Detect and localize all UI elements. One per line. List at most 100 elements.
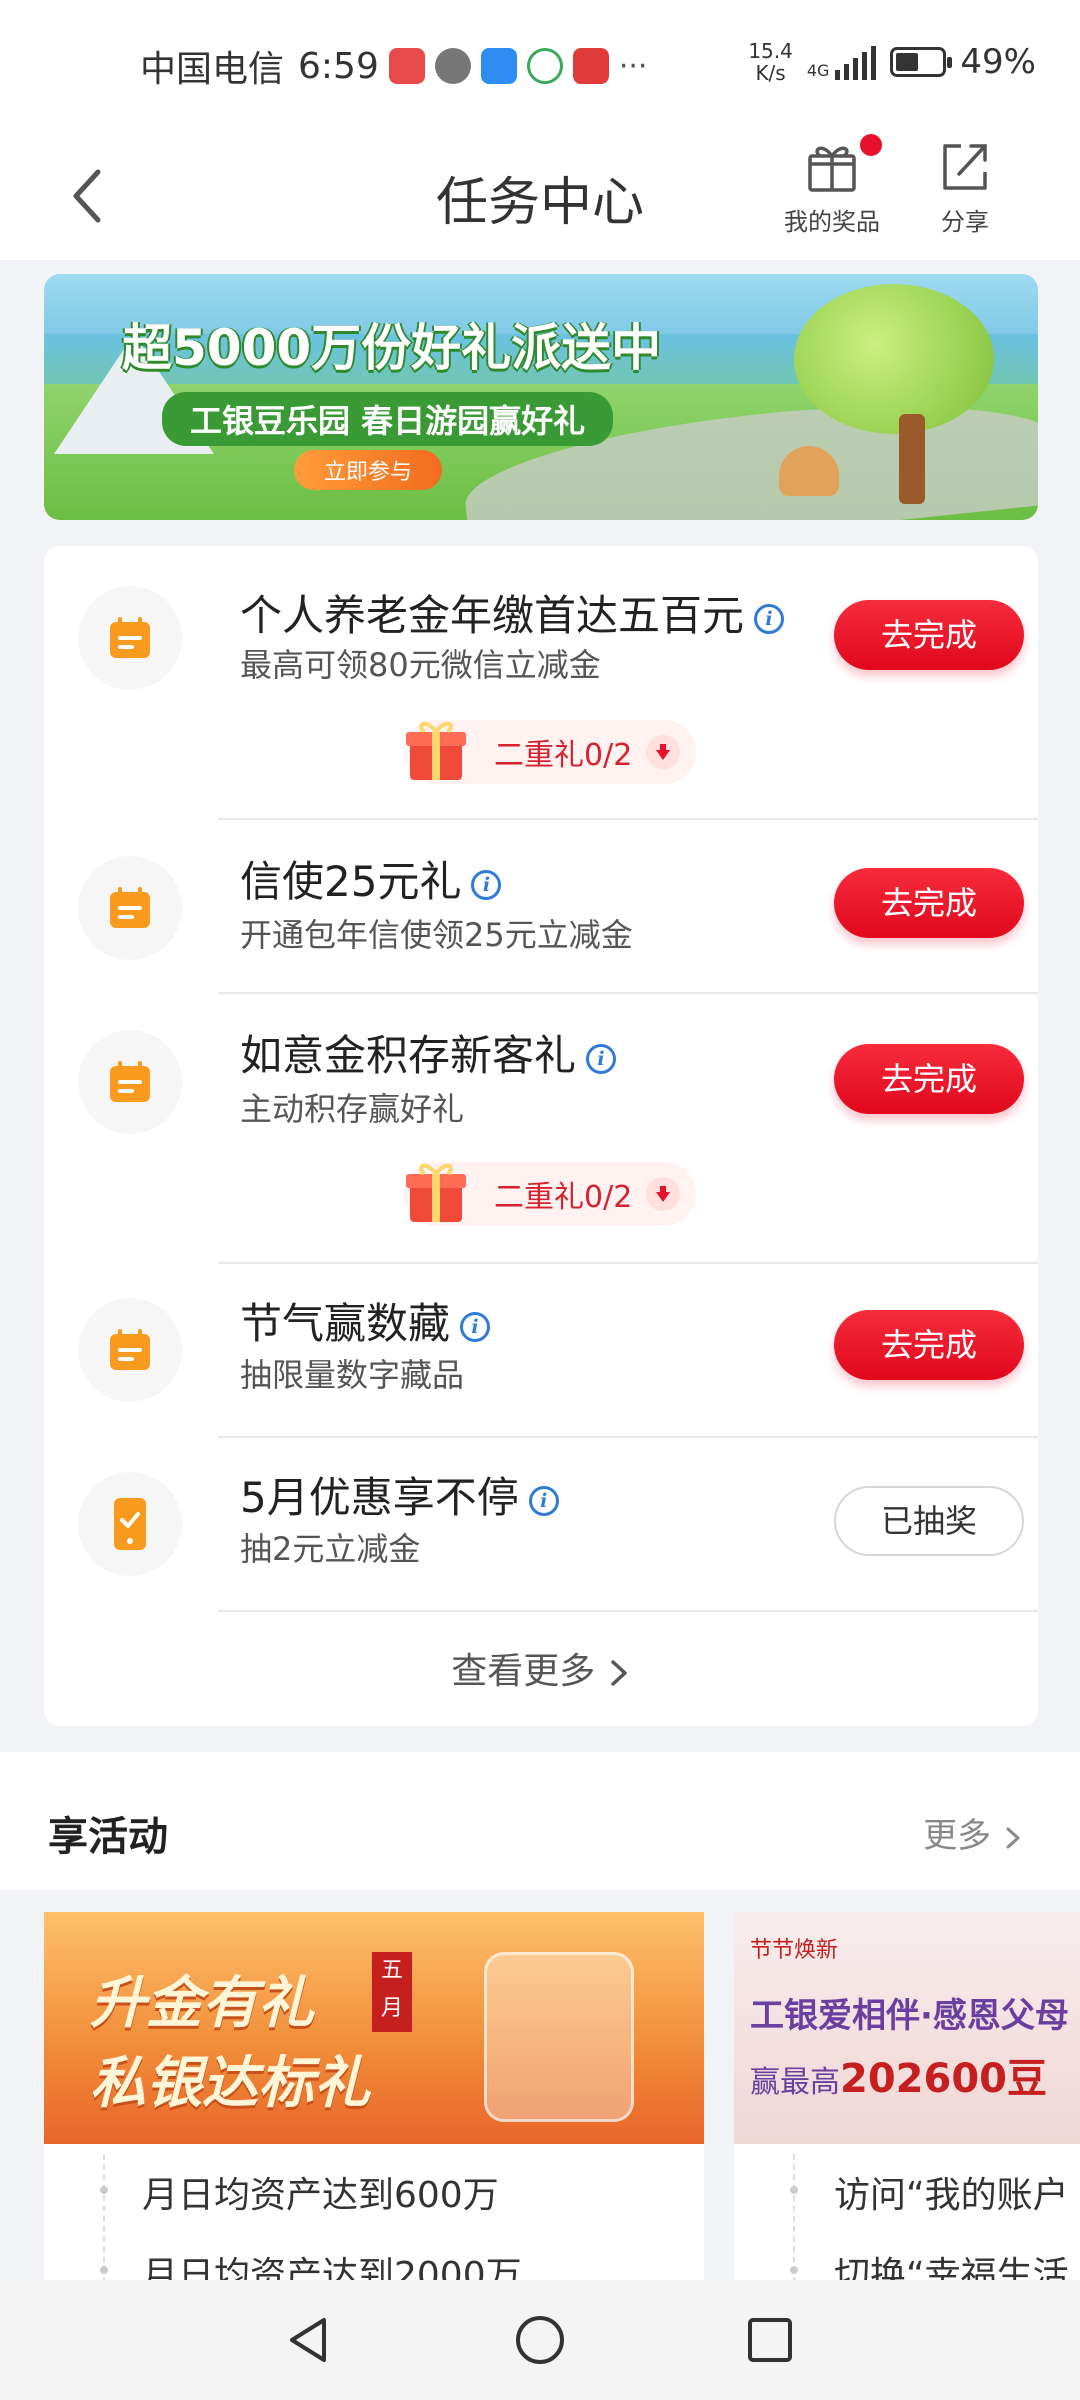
nav-back-icon[interactable] [280, 2310, 340, 2370]
bank-app-icon [526, 48, 563, 84]
promo-banner[interactable]: 超5000万份好礼派送中 工银豆乐园 春日游园赢好礼 立即参与 [44, 274, 1038, 520]
message-icon [434, 48, 471, 84]
battery-fill [896, 53, 919, 71]
see-more-link[interactable]: 查看更多 [44, 1642, 1038, 1694]
activity-image-line1: 工银爱相伴·感恩父母 [750, 1996, 1069, 2036]
banner-title: 超5000万份好礼派送中 [122, 319, 662, 377]
divider [218, 1610, 1038, 1612]
share-label: 分享 [941, 208, 989, 236]
drawn-status-button[interactable]: 已抽奖 [834, 1486, 1024, 1556]
battery-icon [890, 47, 953, 77]
section-title: 享活动 [48, 1814, 168, 1860]
divider [218, 818, 1038, 820]
task-title-text: 个人养老金年缴首达五百元 [240, 591, 745, 640]
more-label: 更多 [923, 1816, 992, 1856]
task-list: 个人养老金年缴首达五百元 i 最高可领80元微信立减金 去完成 二重礼0/2 信… [44, 546, 1038, 1726]
gift-box-icon [406, 1163, 466, 1222]
see-more-label: 查看更多 [451, 1651, 596, 1692]
task-icon-wrap [78, 856, 182, 960]
net-speed-unit: K/s [755, 61, 786, 85]
gift-progress-text: 二重礼0/2 [494, 738, 633, 773]
signal-icon: 4G [807, 44, 877, 80]
nav-recent-icon[interactable] [740, 2310, 800, 2370]
activity-card[interactable]: 升金有礼 私银达标礼 五月 月日均资产达到600万 月日均资产达到2000万 [44, 1912, 704, 2332]
carrier-name: 中国电信 [140, 49, 285, 90]
share-icon [943, 144, 987, 190]
more-notifications-icon: ··· [618, 48, 648, 84]
prize-amount: 202600豆 [840, 2056, 1047, 2102]
activity-item: 访问“我的账户 [834, 2175, 1069, 2216]
system-nav-bar [0, 2280, 1080, 2400]
activity-card[interactable]: 节节焕新 工银爱相伴·感恩父母 赢最高202600豆 访问“我的账户 切换“幸福… [734, 1912, 1080, 2332]
task-title-text: 节气赢数藏 [240, 1299, 451, 1348]
task-go-button[interactable]: 去完成 [834, 868, 1024, 938]
month-badge: 五月 [372, 1952, 412, 2032]
calendar-icon [110, 617, 150, 658]
gift-box-icon [406, 721, 466, 780]
gift-progress[interactable]: 二重礼0/2 [404, 1162, 697, 1226]
phone-check-icon [114, 1498, 146, 1550]
banner-tree-icon [794, 284, 994, 434]
banner-subtitle: 工银豆乐园 春日游园赢好礼 [162, 392, 614, 446]
task-subtitle: 开通包年信使领25元立减金 [240, 916, 633, 954]
info-icon[interactable]: i [754, 603, 785, 634]
status-left: 中国电信 6:59 ··· [140, 40, 647, 92]
task-title: 5月优惠享不停 i [240, 1464, 559, 1525]
share-button[interactable]: 分享 [905, 130, 1025, 250]
net-speed-value: 15.4 [748, 39, 793, 63]
gift-progress-text: 二重礼0/2 [494, 1180, 633, 1215]
divider [218, 992, 1038, 994]
my-prizes-button[interactable]: 我的奖品 [772, 130, 892, 250]
coin-cup-icon [484, 1952, 634, 2122]
arrow-down-icon [646, 1177, 681, 1211]
clock: 6:59 [298, 45, 379, 87]
task-title: 信使25元礼 i [240, 848, 502, 909]
task-go-button[interactable]: 去完成 [834, 600, 1024, 670]
task-title: 如意金积存新客礼 i [240, 1022, 617, 1083]
task-go-button[interactable]: 去完成 [834, 1310, 1024, 1380]
calendar-icon [110, 887, 150, 928]
network-type: 4G [806, 61, 830, 80]
bullet-icon [100, 2266, 108, 2274]
nav-home-icon[interactable] [510, 2310, 570, 2370]
calendar-icon [110, 1329, 150, 1370]
task-subtitle: 主动积存赢好礼 [240, 1090, 465, 1128]
status-bar: 中国电信 6:59 ··· 15.4 K/s 4G 49% [0, 0, 1080, 130]
activity-image-line2: 赢最高202600豆 [750, 2046, 1047, 2104]
prize-prefix: 赢最高 [750, 2065, 840, 2100]
weather-app-icon [480, 48, 517, 84]
battery-percent: 49% [960, 42, 1036, 82]
network-speed: 15.4 K/s [748, 40, 793, 84]
status-right: 15.4 K/s 4G 49% [748, 40, 1036, 84]
banner-tree-trunk [899, 414, 925, 504]
task-subtitle: 抽2元立减金 [240, 1530, 421, 1568]
banner-join-button[interactable]: 立即参与 [294, 450, 443, 490]
task-title-text: 如意金积存新客礼 [240, 1031, 577, 1080]
activity-banner-image: 节节焕新 工银爱相伴·感恩父母 赢最高202600豆 [734, 1912, 1080, 2144]
info-icon[interactable]: i [586, 1043, 617, 1074]
task-go-button[interactable]: 去完成 [834, 1044, 1024, 1114]
info-icon[interactable]: i [528, 1485, 559, 1516]
task-title: 节气赢数藏 i [240, 1290, 491, 1351]
bullet-icon [100, 2186, 108, 2194]
activity-image-line1: 升金有礼 [90, 1971, 314, 2036]
task-title-text: 信使25元礼 [240, 857, 462, 906]
arrow-down-icon [646, 735, 681, 769]
task-subtitle: 抽限量数字藏品 [240, 1356, 465, 1394]
gift-progress[interactable]: 二重礼0/2 [404, 720, 697, 784]
task-icon-wrap [78, 586, 182, 690]
divider [218, 1436, 1038, 1438]
info-icon[interactable]: i [471, 869, 502, 900]
task-title-text: 5月优惠享不停 [240, 1473, 519, 1522]
task-icon-wrap [78, 1298, 182, 1402]
activity-banner-image: 升金有礼 私银达标礼 五月 [44, 1912, 704, 2144]
bullet-icon [790, 2266, 798, 2274]
info-icon[interactable]: i [460, 1311, 491, 1342]
task-subtitle: 最高可领80元微信立减金 [240, 646, 601, 684]
huawei-app-icon [388, 48, 425, 84]
chevron-right-icon [1006, 1827, 1020, 1848]
bullet-icon [790, 2186, 798, 2194]
task-icon-wrap [78, 1472, 182, 1576]
calendar-icon [110, 1061, 150, 1102]
activities-more-link[interactable]: 更多 [923, 1808, 1024, 1857]
